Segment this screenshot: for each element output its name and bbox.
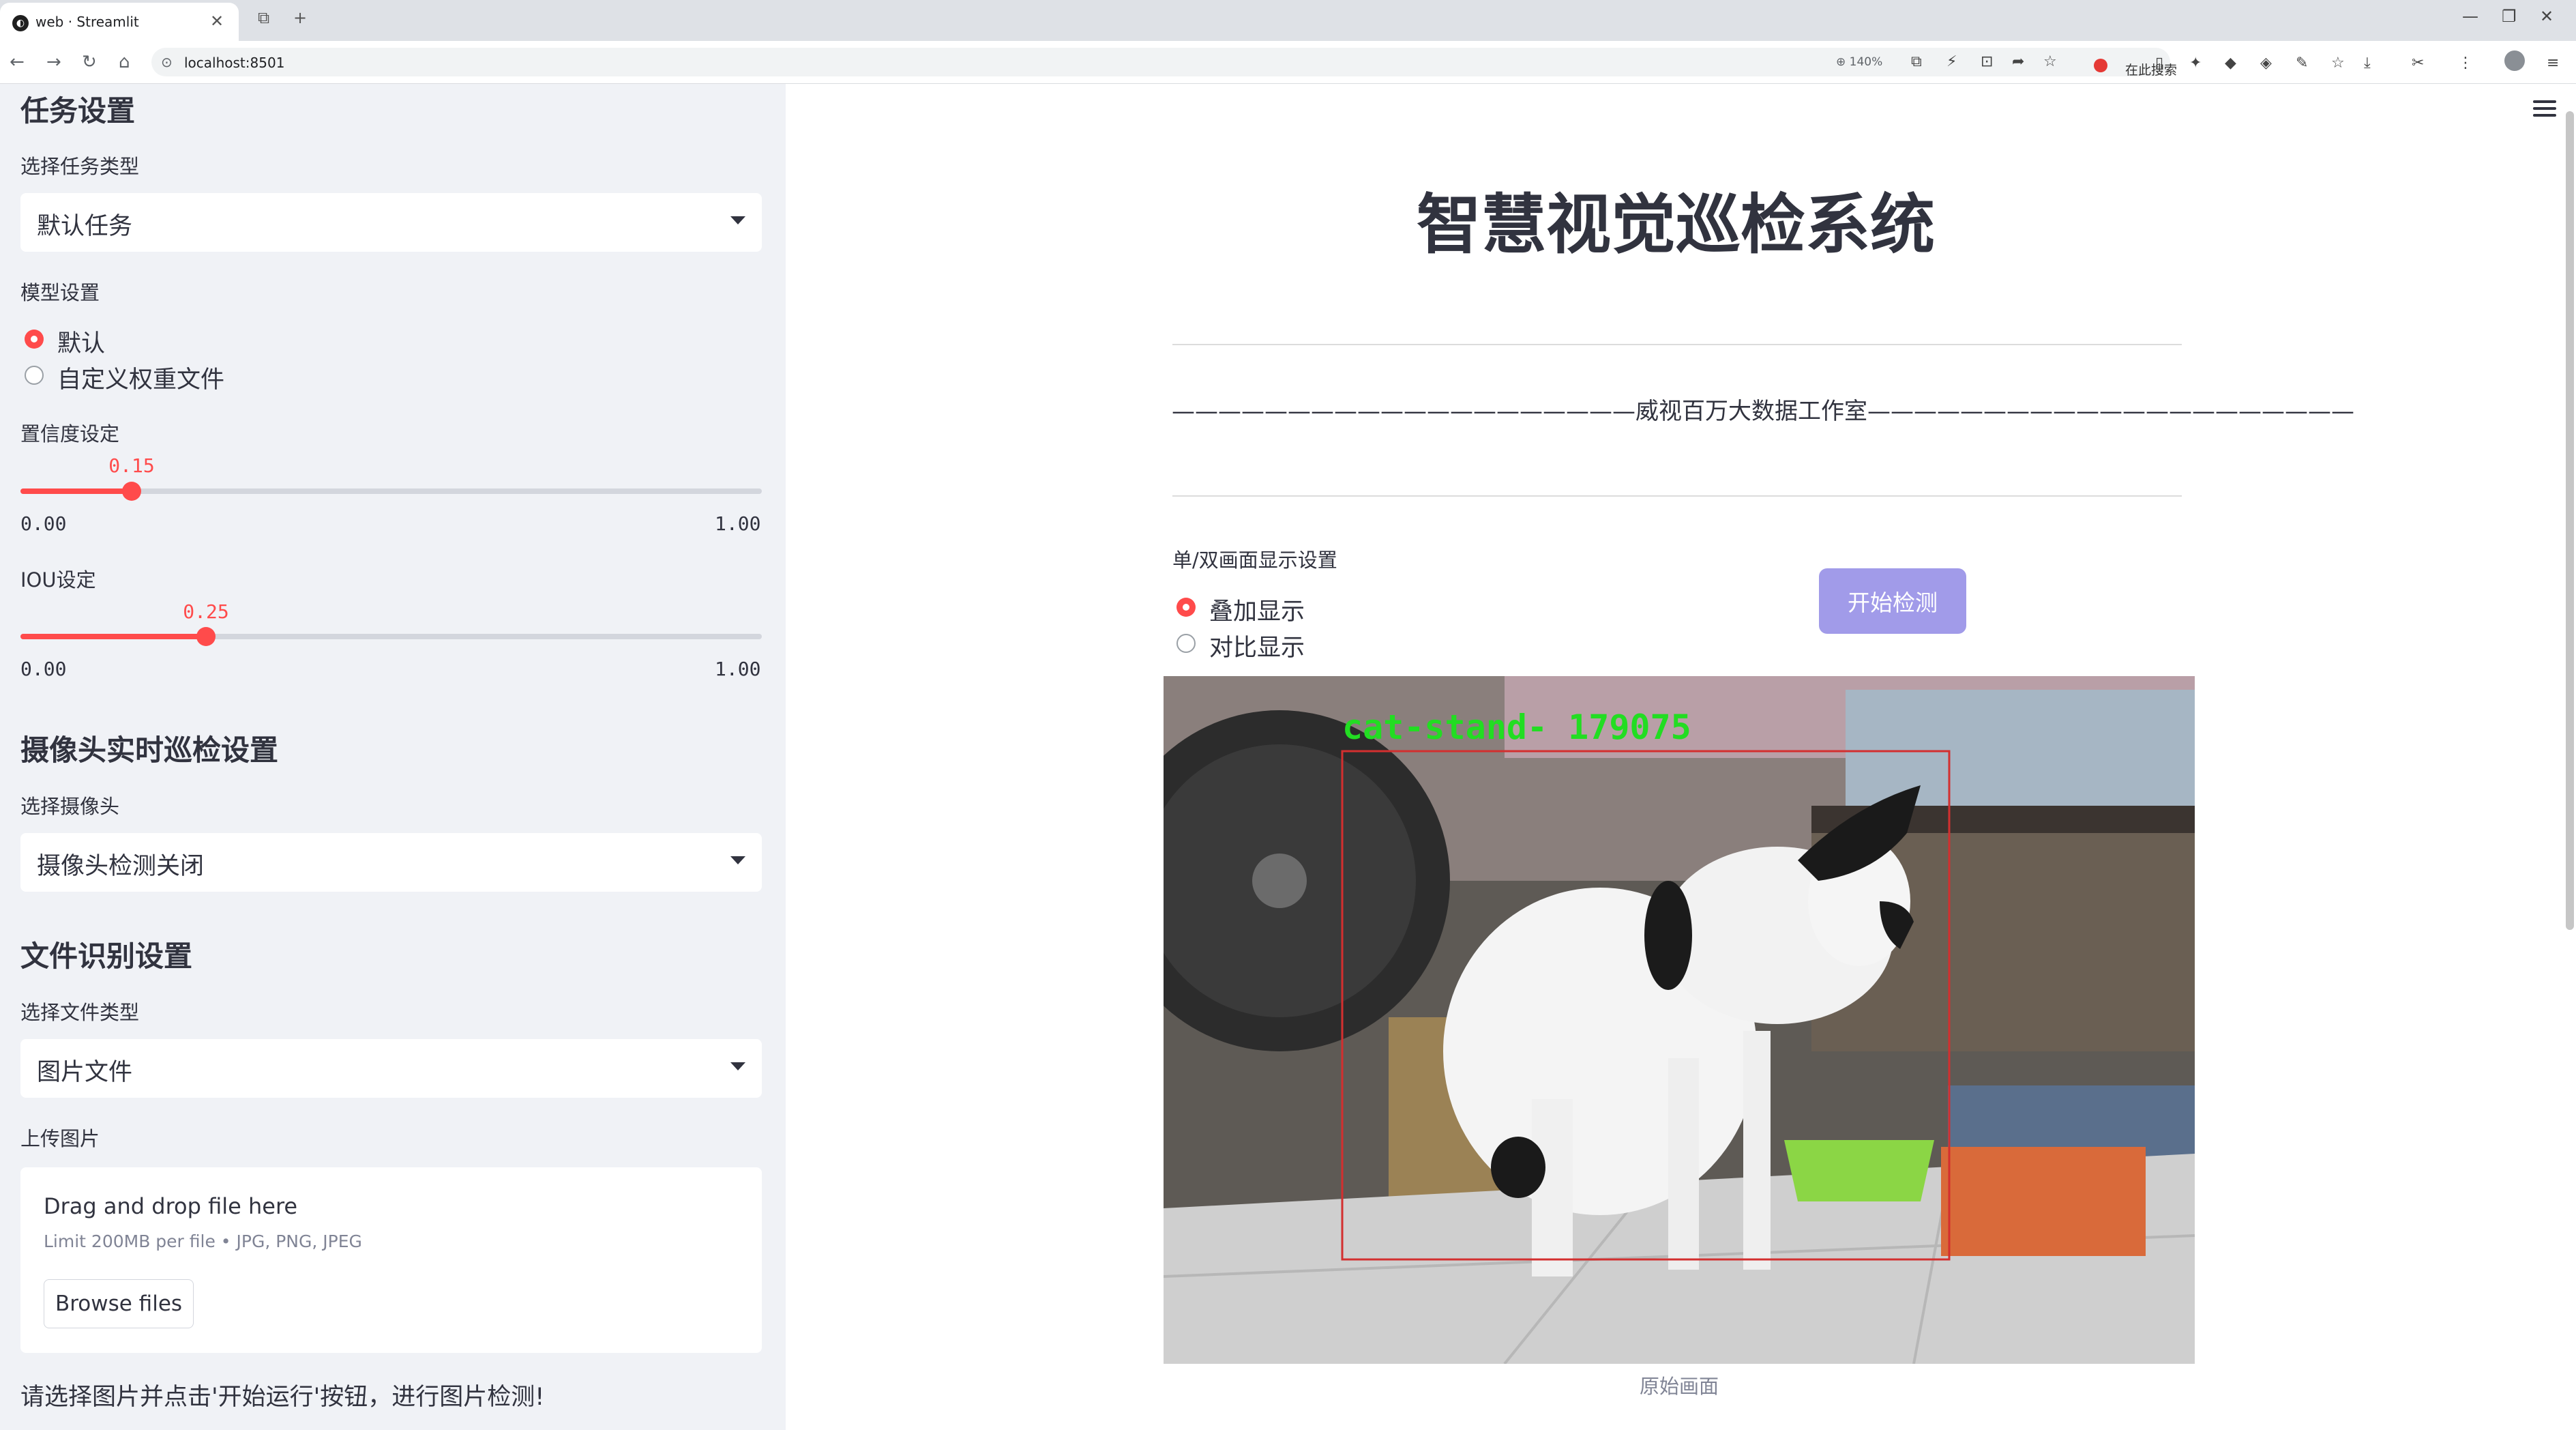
download-arrow-icon[interactable]: ⤓ <box>2364 55 2371 72</box>
radio-selected-icon[interactable] <box>25 330 44 349</box>
new-tab-icon[interactable]: + <box>293 8 307 27</box>
browse-files-button[interactable]: Browse files <box>44 1279 194 1328</box>
back-icon[interactable]: ← <box>10 52 25 72</box>
camera-settings-heading: 摄像头实时巡检设置 <box>20 733 279 767</box>
lightning-icon[interactable]: ⚡ <box>1946 53 1957 70</box>
radio-label: 叠加显示 <box>1209 598 1305 626</box>
phone-icon[interactable]: ▯ <box>2155 55 2163 72</box>
iou-value: 0.25 <box>183 600 229 623</box>
browser-tab[interactable]: ◐ web · Streamlit ✕ <box>0 3 239 41</box>
radio-label: 自定义权重文件 <box>57 366 225 394</box>
camera-select-value: 摄像头检测关闭 <box>37 853 205 880</box>
upload-label: 上传图片 <box>20 1127 100 1150</box>
confidence-min: 0.00 <box>20 512 67 535</box>
radio-label: 默认 <box>57 330 106 358</box>
instruction-note: 请选择图片并点击'开始运行'按钮，进行图片检测! <box>20 1384 545 1411</box>
search-placeholder[interactable]: 在此搜索 <box>2125 60 2177 78</box>
iou-slider-thumb[interactable] <box>196 627 216 646</box>
confidence-slider-thumb[interactable] <box>122 482 141 501</box>
site-info-icon[interactable]: ⊙ <box>161 54 173 70</box>
profile-avatar[interactable] <box>2504 50 2525 71</box>
extension-icon-2[interactable]: ◆ <box>2225 55 2236 72</box>
task-type-value: 默认任务 <box>37 213 133 240</box>
dropzone-limit: Limit 200MB per file • JPG, PNG, JPEG <box>44 1231 362 1251</box>
file-type-label: 选择文件类型 <box>20 1001 140 1024</box>
task-type-select[interactable]: 默认任务 <box>20 193 762 252</box>
camera-select[interactable]: 摄像头检测关闭 <box>20 833 762 892</box>
forward-icon[interactable]: → <box>46 52 61 72</box>
camera-select-label: 选择摄像头 <box>20 795 120 818</box>
address-bar[interactable]: ⊙ localhost:8501 ⊕ 140% ⧉ ⚡ ⊡ ➦ ☆ 在此搜索 <box>151 48 2177 78</box>
confidence-value: 0.15 <box>108 454 155 477</box>
favorites-icon[interactable]: ☆ <box>2331 55 2345 72</box>
extension-icon[interactable]: ✦ <box>2189 55 2202 72</box>
radio-selected-icon[interactable] <box>1176 598 1196 617</box>
task-type-label: 选择任务类型 <box>20 155 140 178</box>
confidence-slider-fill <box>20 488 132 494</box>
bookmark-star-icon[interactable]: ☆ <box>2043 53 2057 70</box>
tab-title: web · Streamlit <box>35 14 139 30</box>
radio-unselected-icon[interactable] <box>1176 634 1196 653</box>
chevron-down-icon <box>730 856 745 864</box>
radio-unselected-icon[interactable] <box>25 366 44 385</box>
search-engine-icon[interactable] <box>2094 59 2107 72</box>
browser-tab-bar: ◐ web · Streamlit ✕ ⧉ + — ❐ ✕ <box>0 0 2576 41</box>
browser-toolbar: ← → ↻ ⌂ ⊙ localhost:8501 ⊕ 140% ⧉ ⚡ ⊡ ➦ … <box>0 41 2576 84</box>
tab-close-icon[interactable]: ✕ <box>210 12 224 31</box>
image-caption: 原始画面 <box>1639 1375 1719 1398</box>
screenshot-icon[interactable]: ⊡ <box>1981 53 1993 70</box>
reload-icon[interactable]: ↻ <box>82 52 97 72</box>
tab-group-icon[interactable]: ⧉ <box>258 8 269 27</box>
hamburger-menu-icon[interactable] <box>2533 100 2556 118</box>
iou-slider[interactable] <box>20 627 762 646</box>
streamlit-favicon-icon: ◐ <box>12 15 29 31</box>
display-mode-label: 单/双画面显示设置 <box>1172 549 1337 572</box>
zoom-indicator[interactable]: ⊕ 140% <box>1836 55 1882 69</box>
extension-icon-4[interactable]: ✎ <box>2296 55 2308 72</box>
model-settings-label: 模型设置 <box>20 281 100 304</box>
zoom-level: 140% <box>1849 55 1883 69</box>
detection-label: cat-stand- 179075 <box>1342 707 1691 747</box>
dropzone-title: Drag and drop file here <box>44 1193 298 1219</box>
detection-image: cat-stand- 179075 <box>1164 676 2195 1364</box>
restore-icon[interactable]: ❐ <box>2502 7 2517 26</box>
cut-icon[interactable]: ✂ <box>2412 55 2424 72</box>
iou-min: 0.00 <box>20 658 67 680</box>
iou-label: IOU设定 <box>20 568 96 592</box>
confidence-label: 置信度设定 <box>20 422 120 446</box>
more-menu-icon[interactable]: ⋮ <box>2458 55 2473 72</box>
page-title: 智慧视觉巡检系统 <box>1416 188 1935 263</box>
confidence-max: 1.00 <box>715 512 761 535</box>
sidebar: 任务设置 选择任务类型 默认任务 模型设置 默认 自定义权重文件 置信度设定 0… <box>0 84 786 1430</box>
home-icon[interactable]: ⌂ <box>119 52 130 72</box>
chevron-down-icon <box>730 1062 745 1070</box>
file-type-value: 图片文件 <box>37 1059 133 1086</box>
translate-icon[interactable]: ⧉ <box>1911 53 1922 70</box>
divider <box>1172 495 2182 497</box>
address-url[interactable]: localhost:8501 <box>184 55 284 71</box>
minimize-icon[interactable]: — <box>2462 7 2478 26</box>
radio-label: 对比显示 <box>1209 634 1305 662</box>
start-detection-button[interactable]: 开始检测 <box>1819 568 1966 634</box>
file-dropzone[interactable]: Drag and drop file here Limit 200MB per … <box>20 1167 762 1353</box>
divider <box>1172 344 2182 345</box>
iou-max: 1.00 <box>715 658 761 680</box>
share-icon[interactable]: ➦ <box>2012 53 2024 70</box>
file-type-select[interactable]: 图片文件 <box>20 1039 762 1098</box>
iou-slider-fill <box>20 634 206 639</box>
browser-menu-icon[interactable]: ≡ <box>2547 55 2559 72</box>
task-settings-heading: 任务设置 <box>20 94 136 128</box>
window-close-icon[interactable]: ✕ <box>2540 7 2553 26</box>
chevron-down-icon <box>730 216 745 224</box>
studio-banner: ————————————————————威视百万大数据工作室——————————… <box>1172 398 2354 425</box>
confidence-slider[interactable] <box>20 482 762 501</box>
scrollbar[interactable] <box>2566 111 2574 930</box>
cat-scene-image: cat-stand- 179075 <box>1164 676 2195 1364</box>
file-settings-heading: 文件识别设置 <box>20 939 193 973</box>
extension-icon-3[interactable]: ◈ <box>2260 55 2272 72</box>
main-content: 智慧视觉巡检系统 ————————————————————威视百万大数据工作室—… <box>786 84 2576 1430</box>
